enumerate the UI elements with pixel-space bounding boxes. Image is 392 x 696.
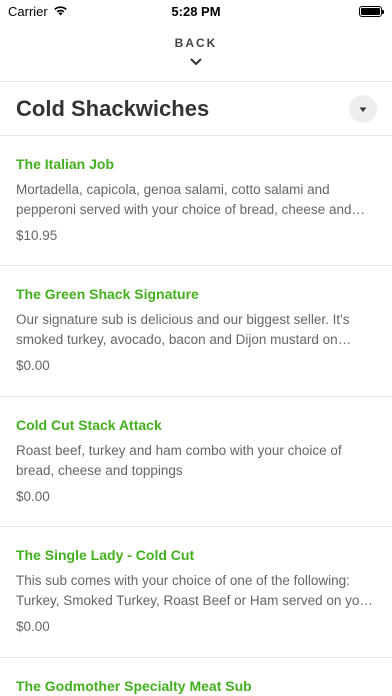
category-dropdown-button[interactable] — [349, 94, 377, 123]
item-description: Mortadella, capicola, genoa salami, cott… — [16, 182, 352, 217]
item-name: The Green Shack Signature — [16, 286, 199, 302]
chevron-down-icon — [190, 53, 202, 71]
status-bar: Carrier 5:28 PM — [0, 0, 392, 22]
category-title: Cold Shackwiches — [16, 95, 210, 121]
menu-list: The Italian Job Mortadella, capicola, ge… — [0, 136, 392, 696]
menu-item-italian-job[interactable]: The Italian Job Mortadella, capicola, ge… — [0, 136, 392, 266]
item-description: Our signature sub is delicious and our b… — [16, 312, 350, 347]
status-right — [359, 6, 384, 17]
item-name: The Single Lady - Cold Cut — [16, 547, 195, 563]
item-name: Cold Cut Stack Attack — [16, 417, 162, 433]
menu-item-godmother-specialty-meat-sub[interactable]: The Godmother Specialty Meat Sub — [0, 658, 392, 696]
item-price: $0.00 — [16, 489, 50, 504]
item-price: $0.00 — [16, 358, 50, 373]
back-button[interactable]: BACK — [0, 22, 392, 82]
caret-down-icon — [359, 100, 367, 118]
battery-icon — [359, 6, 384, 17]
menu-item-green-shack-signature[interactable]: The Green Shack Signature Our signature … — [0, 266, 392, 397]
menu-item-single-lady-cold-cut[interactable]: The Single Lady - Cold Cut This sub come… — [0, 527, 392, 658]
item-name: The Godmother Specialty Meat Sub — [16, 678, 252, 694]
back-label: BACK — [174, 36, 218, 50]
item-name: The Italian Job — [16, 156, 115, 172]
menu-item-cold-cut-stack-attack[interactable]: Cold Cut Stack Attack Roast beef, turkey… — [0, 397, 392, 527]
status-time: 5:28 PM — [171, 4, 221, 19]
battery-fill — [361, 8, 380, 15]
category-header: Cold Shackwiches — [0, 82, 392, 136]
item-price: $0.00 — [16, 619, 50, 634]
item-description: This sub comes with your choice of one o… — [16, 573, 372, 608]
item-description: Roast beef, turkey and ham combo with yo… — [16, 443, 342, 478]
item-price: $10.95 — [16, 228, 58, 243]
